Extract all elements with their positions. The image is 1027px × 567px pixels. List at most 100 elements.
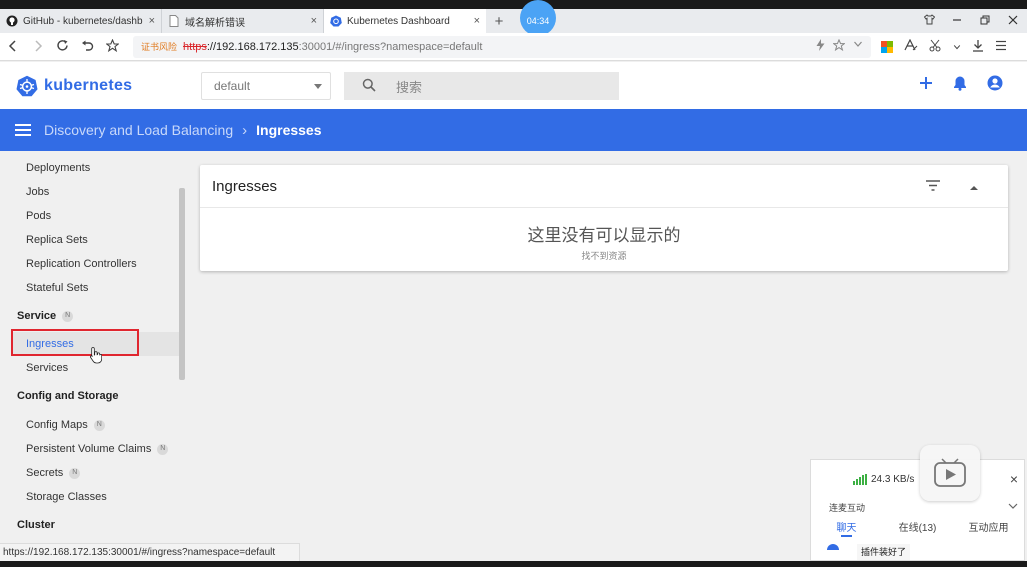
bell-icon[interactable]	[953, 75, 967, 96]
namespace-value: default	[214, 79, 251, 93]
back-icon[interactable]	[0, 39, 25, 55]
translate-icon[interactable]	[904, 38, 918, 55]
sidebar-item-label: Storage Classes	[26, 491, 107, 503]
sidebar-item-config-maps[interactable]: Config Maps N	[26, 415, 105, 435]
video-play-button[interactable]	[920, 445, 980, 501]
browser-tab-k8s-dashboard[interactable]: Kubernetes Dashboard ×	[324, 9, 486, 33]
sidebar-item-label: Stateful Sets	[26, 282, 89, 294]
sidebar-item-storage-classes[interactable]: Storage Classes	[26, 487, 107, 507]
breadcrumb-bar: Discovery and Load Balancing › Ingresses	[0, 109, 1027, 151]
sidebar-item-jobs[interactable]: Jobs	[26, 182, 49, 202]
windows-logo-icon[interactable]	[881, 40, 893, 53]
breadcrumb-current: Ingresses	[256, 122, 322, 138]
status-bar-url: https://192.168.172.135:30001/#/ingress?…	[0, 543, 300, 561]
close-icon[interactable]	[999, 15, 1027, 28]
browser-tab-github[interactable]: GitHub - kubernetes/dashb ×	[0, 9, 162, 33]
sidebar-item-label: Deployments	[26, 162, 91, 174]
reload-icon[interactable]	[50, 39, 75, 55]
bookmark-star-icon[interactable]	[100, 38, 125, 55]
window-controls	[915, 9, 1027, 33]
hand-cursor-icon	[90, 347, 102, 364]
tab-close-icon[interactable]: ×	[311, 15, 317, 27]
collapse-up-icon[interactable]	[970, 178, 978, 195]
app-header: kubernetes default 搜索	[0, 62, 1027, 109]
sidebar-item-pods[interactable]: Pods	[26, 206, 51, 226]
sidebar-item-label: Replication Controllers	[26, 258, 137, 270]
url-input[interactable]: 证书风险 https ://192.168.172.135 :30001/#/i…	[133, 35, 871, 58]
empty-state-title: 这里没有可以显示的	[527, 226, 681, 245]
sidebar-item-label: Jobs	[26, 186, 50, 198]
sidebar-item-stateful-sets[interactable]: Stateful Sets	[26, 278, 88, 298]
minimize-icon[interactable]	[943, 15, 971, 28]
signal-icon	[853, 473, 867, 485]
network-speed: 24.3 KB/s	[853, 473, 914, 485]
new-badge: N	[157, 443, 169, 455]
chevron-down-icon[interactable]	[853, 39, 863, 54]
extension-toolbar	[881, 38, 1007, 55]
highlight-annotation-box	[11, 329, 139, 356]
chevron-down-icon[interactable]	[1008, 502, 1018, 513]
sidebar-item-replica-sets[interactable]: Replica Sets	[26, 230, 88, 250]
sidebar-item-replication-controllers[interactable]: Replication Controllers	[26, 254, 137, 274]
breadcrumb-separator: ›	[242, 121, 248, 139]
tab-chat[interactable]: 聊天	[811, 519, 882, 537]
header-actions	[919, 75, 1003, 96]
ingresses-card: Ingresses 这里没有可以显示的 找不到资源	[200, 165, 1008, 271]
lightning-icon[interactable]	[816, 39, 825, 54]
download-icon[interactable]	[972, 39, 984, 55]
card-header: Ingresses	[200, 165, 1008, 208]
new-badge: N	[69, 467, 81, 479]
address-bar: 证书风险 https ://192.168.172.135 :30001/#/i…	[0, 33, 1027, 61]
top-strip	[0, 0, 1027, 9]
breadcrumb-parent[interactable]: Discovery and Load Balancing	[44, 122, 233, 138]
filter-icon[interactable]	[926, 178, 940, 195]
sidebar-section-config-storage[interactable]: Config and Storage	[17, 386, 118, 406]
menu-icon[interactable]	[995, 40, 1007, 54]
search-input[interactable]: 搜索	[344, 72, 619, 100]
search-placeholder: 搜索	[396, 79, 423, 95]
sidebar-item-secrets[interactable]: Secrets N	[26, 463, 81, 483]
tab-interactive-apps[interactable]: 互动应用	[953, 519, 1024, 534]
new-badge: N	[93, 419, 105, 431]
tab-label: 域名解析错误	[185, 17, 245, 29]
sidebar-section-service[interactable]: Service N	[17, 306, 74, 326]
new-tab-button[interactable]: +	[486, 9, 512, 33]
panel-close-icon[interactable]: ×	[1010, 471, 1018, 487]
tab-online[interactable]: 在线(13)	[882, 519, 953, 534]
empty-state-subtitle: 找不到资源	[581, 251, 627, 261]
chevron-down-icon[interactable]	[953, 40, 961, 54]
account-icon[interactable]	[987, 75, 1003, 96]
tab-close-icon[interactable]: ×	[474, 15, 480, 27]
shirt-icon[interactable]	[915, 14, 943, 28]
sidebar-section-cluster[interactable]: Cluster	[17, 515, 55, 535]
search-icon	[362, 78, 376, 95]
live-panel: 24.3 KB/s × 连麦互动 聊天 在线(13) 互动应用 插件装好了	[810, 459, 1025, 561]
sidebar-item-services[interactable]: Services	[26, 358, 68, 378]
k8s-icon	[330, 15, 342, 27]
undo-icon[interactable]	[75, 39, 100, 55]
github-icon	[6, 15, 18, 27]
sidebar-item-label: Config Maps	[26, 419, 88, 431]
hamburger-menu-icon[interactable]	[15, 121, 31, 139]
sidebar-item-label: Services	[26, 362, 69, 374]
scissors-icon[interactable]	[929, 39, 942, 55]
browser-tab-bar: GitHub - kubernetes/dashb × 域名解析错误 × Kub…	[0, 0, 1027, 36]
clock-badge: 04:34	[520, 0, 556, 36]
restore-icon[interactable]	[971, 15, 999, 28]
certificate-warning[interactable]: 证书风险	[141, 40, 177, 53]
kubernetes-logo-icon[interactable]	[16, 75, 38, 97]
forward-icon[interactable]	[25, 39, 50, 55]
panel-subtitle-row[interactable]: 连麦互动	[811, 498, 1024, 516]
tab-close-icon[interactable]: ×	[149, 15, 155, 27]
favorite-star-icon[interactable]	[832, 38, 846, 54]
sidebar-scrollbar[interactable]	[179, 188, 185, 380]
bottom-strip	[0, 561, 1027, 567]
url-scheme: https	[183, 40, 207, 53]
add-icon[interactable]	[919, 76, 933, 95]
panel-tabs: 聊天 在线(13) 互动应用	[811, 516, 1024, 537]
namespace-select[interactable]: default	[201, 72, 331, 100]
sidebar-item-persistent-volume-claims[interactable]: Persistent Volume Claims N	[26, 439, 169, 459]
brand-title[interactable]: kubernetes	[44, 77, 132, 95]
browser-tab-dns-error[interactable]: 域名解析错误 ×	[162, 9, 324, 33]
sidebar-item-deployments[interactable]: Deployments	[26, 158, 90, 178]
